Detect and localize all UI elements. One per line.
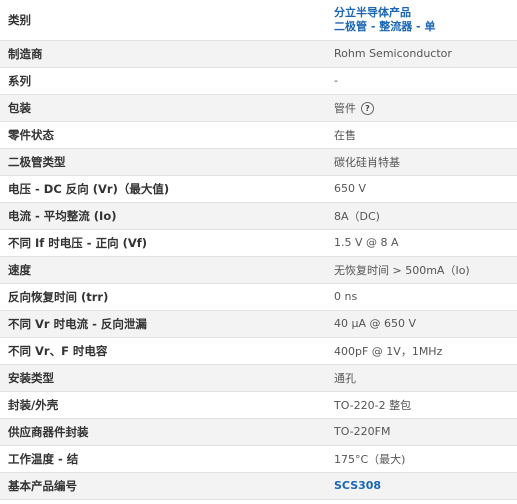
spec-value: 管件 xyxy=(334,101,356,115)
spec-row: 电压 - DC 反向 (Vr)（最大值) 650 V xyxy=(0,175,517,203)
spec-row: 零件状态 在售 xyxy=(0,121,517,149)
spec-row: 包装 管件? xyxy=(0,94,517,122)
spec-row: 系列 - xyxy=(0,67,517,95)
spec-value: 8A（DC) xyxy=(327,202,517,230)
spec-row: 电流 - 平均整流 (Io) 8A（DC) xyxy=(0,202,517,230)
help-circle-icon[interactable]: ? xyxy=(361,102,374,115)
spec-label: 工作温度 - 结 xyxy=(0,445,327,473)
spec-label: 安装类型 xyxy=(0,364,327,392)
spec-row: 不同 If 时电压 - 正向 (Vf) 1.5 V @ 8 A xyxy=(0,229,517,257)
spec-value: 400pF @ 1V，1MHz xyxy=(327,337,517,365)
spec-label: 反向恢复时间 (trr) xyxy=(0,283,327,311)
spec-row: 不同 Vr、F 时电容 400pF @ 1V，1MHz xyxy=(0,337,517,365)
spec-label: 制造商 xyxy=(0,40,327,68)
spec-value: Rohm Semiconductor xyxy=(327,40,517,68)
spec-value: TO-220-2 整包 xyxy=(327,391,517,419)
category-link-discrete[interactable]: 分立半导体产品 xyxy=(334,6,517,20)
spec-value: 175°C（最大) xyxy=(327,445,517,473)
spec-label: 封装/外壳 xyxy=(0,391,327,419)
spec-label: 类别 xyxy=(0,0,327,41)
spec-value-cell: 管件? xyxy=(327,94,517,122)
spec-row: 工作温度 - 结 175°C（最大) xyxy=(0,445,517,473)
spec-label: 电压 - DC 反向 (Vr)（最大值) xyxy=(0,175,327,203)
spec-row: 制造商 Rohm Semiconductor xyxy=(0,40,517,68)
spec-row: 不同 Vr 时电流 - 反向泄漏 40 µA @ 650 V xyxy=(0,310,517,338)
spec-label: 不同 If 时电压 - 正向 (Vf) xyxy=(0,229,327,257)
spec-label: 系列 xyxy=(0,67,327,95)
spec-row: 供应商器件封装 TO-220FM xyxy=(0,418,517,446)
spec-row-category: 类别 分立半导体产品 二极管 - 整流器 - 单 xyxy=(0,0,517,41)
spec-value: TO-220FM xyxy=(327,418,517,446)
category-links: 分立半导体产品 二极管 - 整流器 - 单 xyxy=(327,0,517,41)
spec-value: 无恢复时间 > 500mA（Io) xyxy=(327,256,517,284)
base-part-number-link[interactable]: SCS308 xyxy=(327,472,517,500)
spec-value: 40 µA @ 650 V xyxy=(327,310,517,338)
spec-row: 速度 无恢复时间 > 500mA（Io) xyxy=(0,256,517,284)
spec-row: 安装类型 通孔 xyxy=(0,364,517,392)
spec-label: 基本产品编号 xyxy=(0,472,327,500)
spec-value: 通孔 xyxy=(327,364,517,392)
spec-label: 不同 Vr、F 时电容 xyxy=(0,337,327,365)
spec-label: 零件状态 xyxy=(0,121,327,149)
spec-row: 封装/外壳 TO-220-2 整包 xyxy=(0,391,517,419)
spec-row: 二极管类型 碳化硅肖特基 xyxy=(0,148,517,176)
spec-label: 速度 xyxy=(0,256,327,284)
spec-label: 不同 Vr 时电流 - 反向泄漏 xyxy=(0,310,327,338)
spec-table: 类别 分立半导体产品 二极管 - 整流器 - 单 制造商 Rohm Semico… xyxy=(0,0,517,500)
spec-label: 二极管类型 xyxy=(0,148,327,176)
spec-label: 包装 xyxy=(0,94,327,122)
spec-label: 电流 - 平均整流 (Io) xyxy=(0,202,327,230)
spec-value: 1.5 V @ 8 A xyxy=(327,229,517,257)
spec-value: 650 V xyxy=(327,175,517,203)
category-link-rectifiers[interactable]: 二极管 - 整流器 - 单 xyxy=(334,20,517,34)
spec-value: 0 ns xyxy=(327,283,517,311)
spec-value: 在售 xyxy=(327,121,517,149)
spec-row: 基本产品编号 SCS308 xyxy=(0,472,517,500)
spec-value: 碳化硅肖特基 xyxy=(327,148,517,176)
spec-value: - xyxy=(327,67,517,95)
spec-label: 供应商器件封装 xyxy=(0,418,327,446)
spec-row: 反向恢复时间 (trr) 0 ns xyxy=(0,283,517,311)
